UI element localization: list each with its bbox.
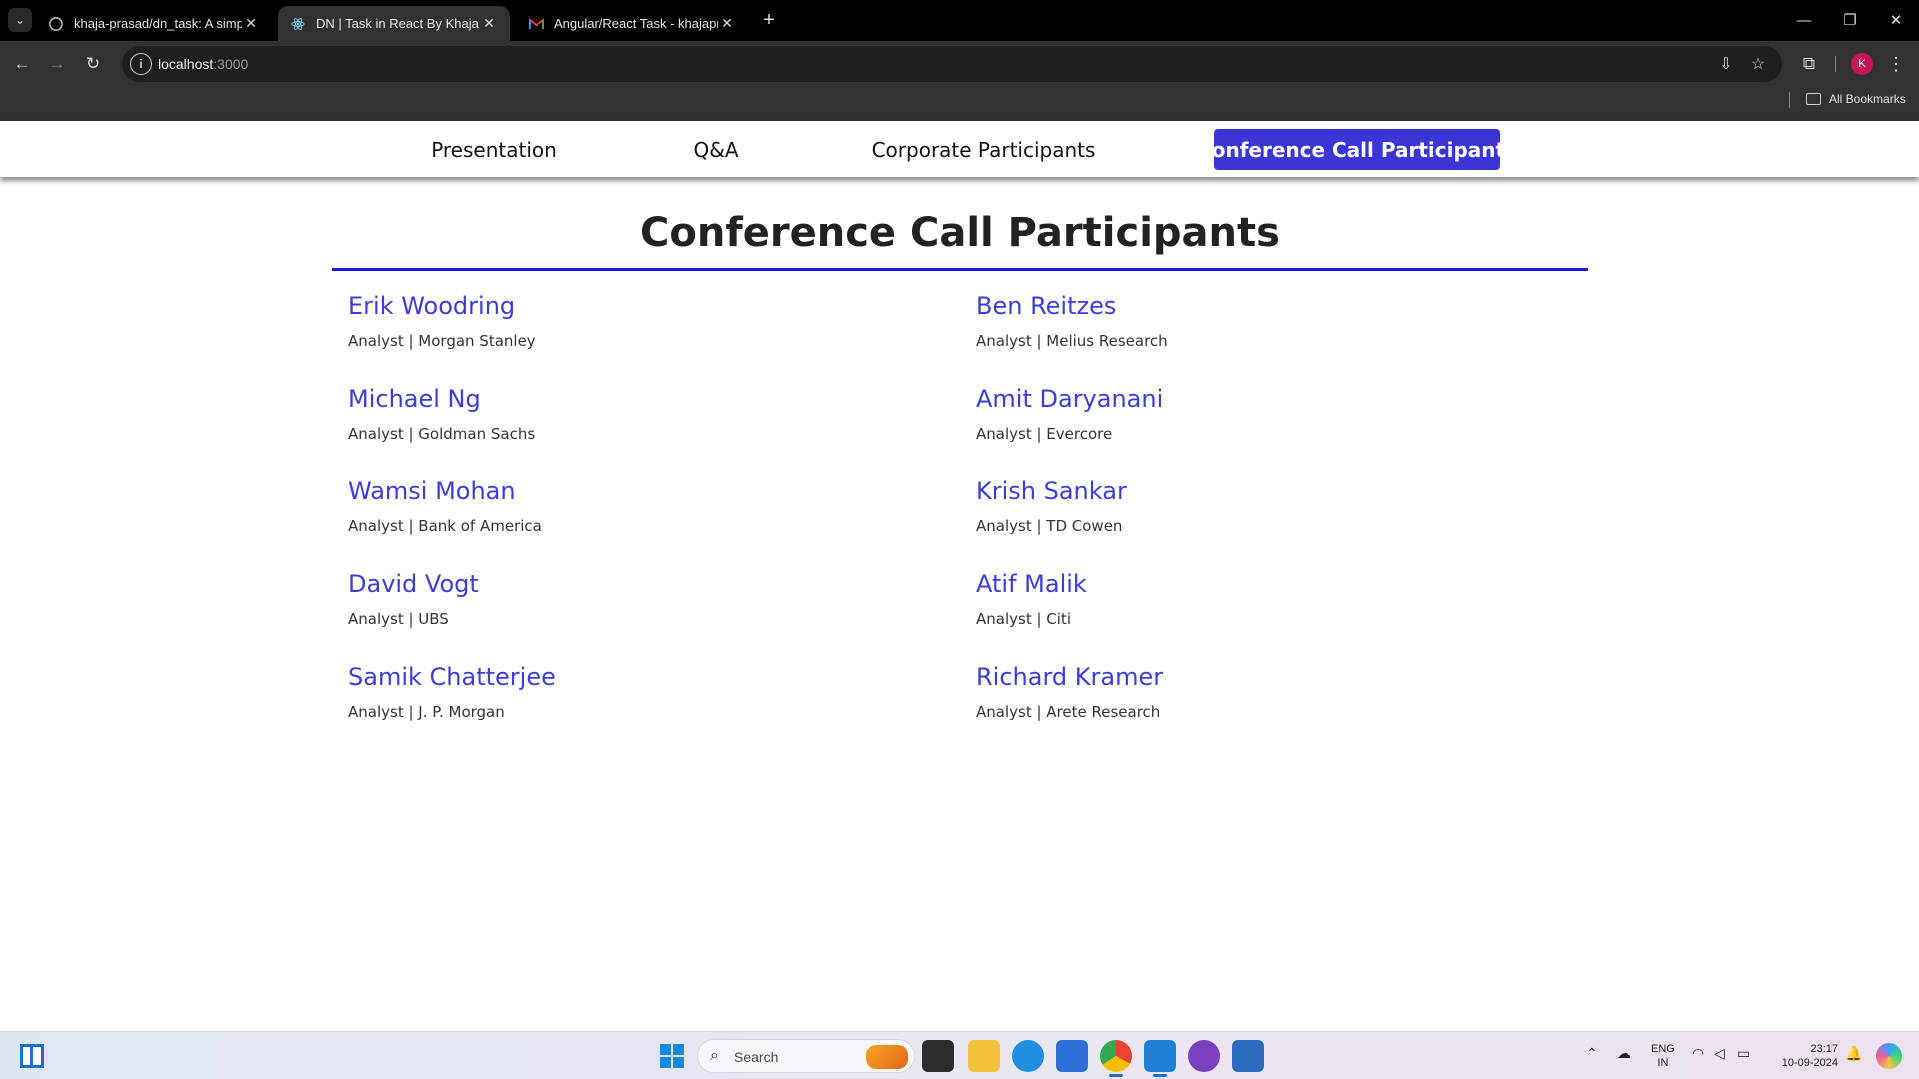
participant-card: Atif Malik Analyst | Citi (976, 570, 1576, 628)
participant-card: Samik Chatterjee Analyst | J. P. Morgan (348, 663, 948, 721)
participant-name: Atif Malik (976, 570, 1087, 598)
participant-card: Erik Woodring Analyst | Morgan Stanley (348, 292, 948, 350)
search-highlight-icon (866, 1045, 908, 1069)
widgets-icon[interactable] (20, 1044, 44, 1068)
new-tab-button[interactable]: + (758, 9, 780, 31)
notepad-icon[interactable] (1232, 1040, 1264, 1072)
participant-name: David Vogt (348, 570, 479, 598)
gmail-icon (528, 16, 544, 32)
back-arrow-icon[interactable]: ← (9, 51, 35, 77)
github-desktop-icon[interactable] (1188, 1040, 1220, 1072)
close-tab-icon[interactable]: ✕ (718, 15, 736, 33)
store-icon[interactable] (1056, 1040, 1088, 1072)
start-menu-icon[interactable] (660, 1044, 684, 1068)
menu-dots-icon[interactable]: ⋮ (1886, 51, 1906, 77)
participant-card: Amit Daryanani Analyst | Evercore (976, 385, 1576, 443)
tab-title: DN | Task in React By Khaja (316, 16, 479, 31)
system-clock[interactable]: 23:17 10-09-2024 (1768, 1042, 1838, 1070)
participant-role: Analyst | Citi (976, 610, 1071, 628)
notification-bell-icon[interactable]: 🔔 (1845, 1045, 1862, 1062)
close-tab-icon[interactable]: ✕ (242, 15, 260, 33)
copilot-icon[interactable] (1876, 1043, 1902, 1069)
bookmark-star-icon[interactable]: ☆ (1746, 52, 1770, 76)
participant-role: Analyst | Evercore (976, 425, 1113, 443)
participant-role: Analyst | J. P. Morgan (348, 703, 505, 721)
all-bookmarks-button[interactable]: All Bookmarks (1806, 92, 1906, 106)
participant-name: Samik Chatterjee (348, 663, 556, 691)
language-indicator[interactable]: ENG IN (1651, 1042, 1675, 1070)
participant-card: Krish Sankar Analyst | TD Cowen (976, 477, 1576, 535)
all-bookmarks-label: All Bookmarks (1829, 92, 1906, 106)
bookmark-divider (1789, 92, 1790, 108)
participant-role: Analyst | Arete Research (976, 703, 1161, 721)
browser-tab-github[interactable]: khaja-prasad/dn_task: A simple ✕ (36, 6, 272, 41)
install-app-icon[interactable]: ⇩ (1714, 52, 1738, 76)
extensions-icon[interactable]: ⧉ (1796, 51, 1822, 77)
tab-search-button[interactable]: ⌄ (8, 8, 32, 32)
participant-name: Erik Woodring (348, 292, 516, 320)
chrome-icon[interactable] (1100, 1040, 1132, 1077)
file-explorer-icon[interactable] (968, 1040, 1000, 1072)
address-bar[interactable]: i localhost:3000 ⇩ ☆ (122, 46, 1782, 82)
participant-name: Ben Reitzes (976, 292, 1117, 320)
participant-name: Michael Ng (348, 385, 481, 413)
browser-toolbar: ← → ↻ i localhost:3000 ⇩ ☆ ⧉ K ⋮ All Boo… (0, 41, 1919, 126)
nav-conference-call-participants[interactable]: Conference Call Participants (1197, 129, 1517, 170)
nav-corporate-participants[interactable]: Corporate Participants (872, 129, 1096, 170)
task-view-icon[interactable] (922, 1040, 954, 1072)
taskbar-search[interactable]: ⌕ Search (697, 1039, 915, 1073)
browser-tab-gmail[interactable]: Angular/React Task - khajapras ✕ (516, 6, 748, 41)
participant-role: Analyst | Melius Research (976, 332, 1168, 350)
tab-title: khaja-prasad/dn_task: A simple (74, 16, 242, 31)
participant-card: Michael Ng Analyst | Goldman Sachs (348, 385, 948, 443)
participant-role: Analyst | Bank of America (348, 517, 542, 535)
participant-name: Amit Daryanani (976, 385, 1164, 413)
onedrive-icon[interactable]: ☁ (1617, 1045, 1631, 1062)
forward-arrow-icon[interactable]: → (44, 51, 70, 77)
toolbar-divider (1835, 56, 1836, 72)
url-text: localhost:3000 (158, 56, 249, 72)
search-label: Search (734, 1049, 779, 1065)
participant-name: Richard Kramer (976, 663, 1164, 691)
participant-card: Richard Kramer Analyst | Arete Research (976, 663, 1576, 721)
browser-tab-strip: ⌄ khaja-prasad/dn_task: A simple ✕ DN | … (0, 0, 1919, 41)
wifi-icon[interactable]: ◠ (1692, 1045, 1704, 1062)
tab-title: Angular/React Task - khajapras (554, 16, 718, 31)
search-icon: ⌕ (710, 1047, 719, 1064)
volume-icon[interactable]: ◁ (1714, 1045, 1725, 1062)
site-navbar: Presentation Q&A Corporate Participants … (0, 121, 1919, 177)
reload-icon[interactable]: ↻ (80, 51, 106, 77)
participant-role: Analyst | UBS (348, 610, 449, 628)
vscode-icon[interactable] (1144, 1040, 1176, 1077)
folder-icon (1806, 93, 1821, 105)
participant-card: Ben Reitzes Analyst | Melius Research (976, 292, 1576, 350)
browser-tab-active[interactable]: DN | Task in React By Khaja ✕ (278, 6, 510, 41)
participant-name: Krish Sankar (976, 477, 1127, 505)
participant-role: Analyst | Morgan Stanley (348, 332, 536, 350)
windows-taskbar: ⌕ Search ⌃ ☁ ENG IN ◠ ◁ ▭ 23:17 10-09-20… (0, 1031, 1919, 1079)
participant-card: Wamsi Mohan Analyst | Bank of America (348, 477, 948, 535)
participant-name: Wamsi Mohan (348, 477, 516, 505)
minimize-icon[interactable]: — (1792, 8, 1816, 32)
nav-qa[interactable]: Q&A (686, 129, 746, 170)
close-tab-icon[interactable]: ✕ (480, 15, 498, 33)
participant-card: David Vogt Analyst | UBS (348, 570, 948, 628)
participant-role: Analyst | TD Cowen (976, 517, 1123, 535)
react-icon (290, 16, 306, 32)
site-info-icon[interactable]: i (130, 53, 152, 75)
restore-icon[interactable]: ❐ (1838, 8, 1862, 32)
profile-avatar[interactable]: K (1851, 53, 1873, 75)
battery-icon[interactable]: ▭ (1737, 1045, 1750, 1062)
edge-icon[interactable] (1012, 1040, 1044, 1072)
nav-presentation[interactable]: Presentation (430, 129, 558, 170)
title-divider (332, 268, 1588, 271)
chevron-up-icon[interactable]: ⌃ (1586, 1045, 1598, 1062)
close-window-icon[interactable]: ✕ (1884, 8, 1908, 32)
page-title: Conference Call Participants (640, 210, 1280, 256)
participant-role: Analyst | Goldman Sachs (348, 425, 536, 443)
github-icon (48, 16, 64, 32)
